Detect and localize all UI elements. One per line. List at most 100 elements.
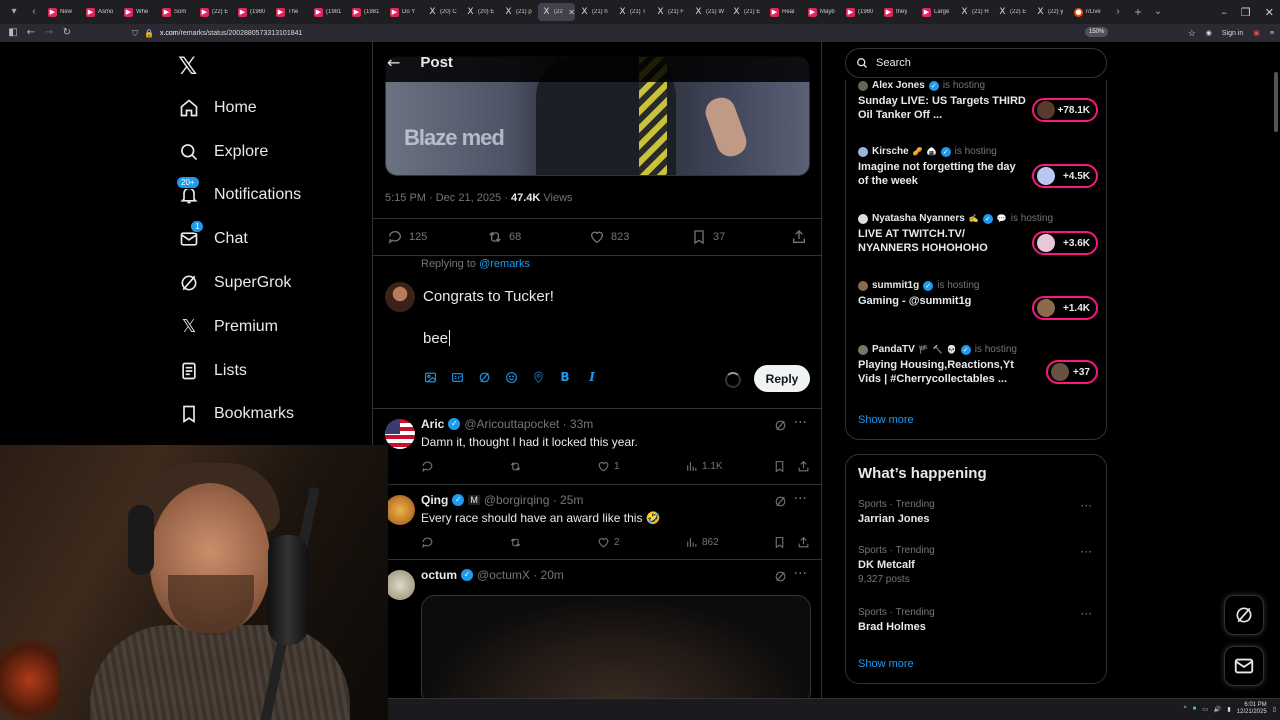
space-listeners-pill[interactable]: +1.4K: [1032, 296, 1098, 320]
tab-overflow-icon[interactable]: ⌄: [1151, 5, 1165, 19]
reply-media[interactable]: [421, 595, 811, 698]
share-action[interactable]: [791, 229, 807, 245]
reply-author-name[interactable]: Aric: [421, 417, 444, 431]
replying-handle-link[interactable]: @remarks: [479, 258, 530, 270]
location-icon[interactable]: [531, 370, 545, 384]
browser-tab[interactable]: X (22) ✕: [538, 3, 575, 21]
reply-author-name[interactable]: octum: [421, 568, 457, 582]
x-logo-icon[interactable]: 𝕏: [178, 52, 197, 80]
space-listeners-pill[interactable]: +3.6K: [1032, 231, 1098, 255]
space-listeners-pill[interactable]: +78.1K: [1032, 98, 1098, 122]
tab-scroll-left-icon[interactable]: ‹: [27, 5, 41, 19]
browser-tab[interactable]: X (21) W: [690, 3, 727, 21]
bookmark-icon[interactable]: [773, 460, 786, 473]
forward-icon[interactable]: →: [40, 24, 58, 42]
browser-tab[interactable]: X (21) F: [652, 3, 689, 21]
browser-tab[interactable]: X (20) E: [462, 3, 499, 21]
views-action[interactable]: 1.1K: [685, 460, 723, 473]
browser-tab[interactable]: X (22) y: [1032, 3, 1069, 21]
browser-tab[interactable]: X (21) H: [956, 3, 993, 21]
sign-in-link[interactable]: Sign in: [1222, 30, 1243, 37]
views-action[interactable]: 862: [685, 536, 719, 549]
repost-action[interactable]: 68: [487, 229, 521, 245]
browser-tab[interactable]: ▶ (1981: [310, 3, 347, 21]
more-icon[interactable]: ···: [794, 566, 807, 582]
space-listeners-pill[interactable]: +37: [1046, 360, 1098, 384]
nav-item-home[interactable]: Home: [178, 86, 301, 130]
account-icon[interactable]: ◉: [1206, 29, 1212, 37]
space-item[interactable]: Kirsche 🥜 🍙 ✓ is hosting Imagine not forgett…: [858, 146, 1098, 188]
tray-app-icon[interactable]: ■: [1193, 706, 1197, 712]
image-icon[interactable]: [423, 370, 437, 384]
nav-item-notifications[interactable]: 20+ Notifications: [176, 174, 301, 218]
browser-tab[interactable]: ▶ Large: [918, 3, 955, 21]
gif-icon[interactable]: [450, 370, 464, 384]
browser-tab[interactable]: ● r/Live: [1070, 3, 1107, 21]
bookmark-action[interactable]: 37: [691, 229, 725, 245]
avatar[interactable]: [385, 419, 415, 449]
avatar[interactable]: [385, 495, 415, 525]
more-icon[interactable]: ···: [794, 415, 807, 431]
browser-tab[interactable]: ▶ New: [44, 3, 81, 21]
browser-tab[interactable]: X (20) C: [424, 3, 461, 21]
browser-tab[interactable]: ▶ (22) E: [196, 3, 233, 21]
back-icon[interactable]: ←: [22, 24, 40, 42]
share-icon[interactable]: [797, 460, 810, 473]
search-input[interactable]: [876, 57, 1076, 69]
like-action[interactable]: 823: [589, 229, 629, 245]
reply-icon[interactable]: [421, 460, 434, 473]
volume-icon[interactable]: 🔊: [1214, 706, 1221, 713]
browser-tab[interactable]: ▶ Asmo: [82, 3, 119, 21]
grok-icon[interactable]: [477, 370, 491, 384]
repost-icon[interactable]: [509, 460, 522, 473]
sidebar-toggle-icon[interactable]: ◧: [4, 24, 22, 42]
clock[interactable]: 6:01 PM 12/21/2025: [1237, 702, 1267, 716]
nav-item-chat[interactable]: 1 Chat: [178, 217, 301, 261]
grok-icon[interactable]: [774, 419, 787, 437]
more-icon[interactable]: ···: [794, 491, 807, 507]
nav-item-supergrok[interactable]: SuperGrok: [178, 261, 301, 305]
bookmark-icon[interactable]: [773, 536, 786, 549]
more-icon[interactable]: ···: [1081, 607, 1092, 621]
emoji-icon[interactable]: [504, 370, 518, 384]
space-item[interactable]: summit1g ✓ is hosting Gaming - @summit1g +…: [858, 280, 1098, 320]
zoom-badge[interactable]: 150%: [1085, 27, 1109, 37]
share-icon[interactable]: [797, 536, 810, 549]
reply-action[interactable]: 125: [387, 229, 427, 245]
battery-icon[interactable]: ▮: [1227, 706, 1230, 713]
search-box[interactable]: [845, 48, 1107, 78]
reply-icon[interactable]: [421, 536, 434, 549]
browser-tab[interactable]: ▶ (1981: [348, 3, 385, 21]
messages-fab-button[interactable]: [1224, 646, 1264, 686]
browser-tab[interactable]: X (21) h: [576, 3, 613, 21]
more-icon[interactable]: ···: [1081, 499, 1092, 513]
bookmark-star-icon[interactable]: ☆: [1188, 28, 1196, 39]
more-icon[interactable]: ···: [1081, 545, 1092, 559]
nav-item-explore[interactable]: Explore: [178, 130, 301, 174]
nav-item-bookmarks[interactable]: Bookmarks: [178, 393, 301, 437]
trend-item[interactable]: Sports · Trending Jarrian Jones ···: [858, 499, 1098, 525]
reply-button[interactable]: Reply: [754, 365, 810, 392]
reload-icon[interactable]: ↻: [58, 24, 76, 42]
space-item[interactable]: PandaTV 🏴 🔨 💀 ✓ is hosting Playing Housing,Re…: [858, 344, 1098, 386]
post-time[interactable]: 5:15 PM · Dec 21, 2025 ·: [385, 192, 511, 204]
grok-icon[interactable]: [774, 495, 787, 513]
browser-tab[interactable]: ▶ (1980: [234, 3, 271, 21]
show-more-spaces-link[interactable]: Show more: [858, 414, 914, 426]
minimize-icon[interactable]: –: [1221, 6, 1227, 19]
repost-icon[interactable]: [509, 536, 522, 549]
compose-text-line-1[interactable]: Congrats to Tucker!: [423, 288, 554, 305]
grok-icon[interactable]: [774, 570, 787, 588]
tray-chevron-icon[interactable]: ^: [1184, 706, 1187, 712]
close-window-icon[interactable]: ✕: [1265, 6, 1274, 19]
tab-list-icon[interactable]: ▾: [7, 5, 21, 19]
tab-scroll-right-icon[interactable]: ›: [1111, 5, 1125, 19]
new-tab-icon[interactable]: +: [1131, 5, 1145, 19]
browser-tab[interactable]: X (21) T: [614, 3, 651, 21]
nav-item-premium[interactable]: 𝕏 Premium: [178, 305, 301, 349]
like-action[interactable]: 1: [597, 460, 620, 473]
like-action[interactable]: 2: [597, 536, 620, 549]
browser-tab[interactable]: ▶ (1980: [842, 3, 879, 21]
notification-center-icon[interactable]: ▯: [1273, 706, 1276, 713]
reply-author-handle[interactable]: @borgirqing · 25m: [484, 493, 584, 507]
